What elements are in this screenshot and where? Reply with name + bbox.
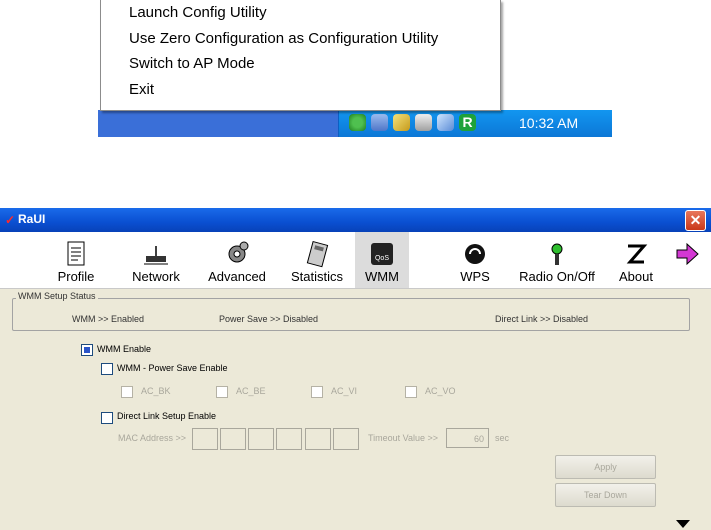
volume-icon[interactable] xyxy=(415,114,432,131)
raui-window: ✓ RaUI ✕ Profile Network Advanced Statis… xyxy=(0,208,711,530)
tab-about[interactable]: About xyxy=(616,232,656,288)
power-save-label: WMM - Power Save Enable xyxy=(117,363,228,373)
network-icon[interactable] xyxy=(349,114,366,131)
calculator-icon xyxy=(306,240,329,268)
tab-wmm[interactable]: QoS WMM xyxy=(355,232,409,288)
menu-item-launch-config[interactable]: Launch Config Utility xyxy=(101,0,500,26)
shield-icon[interactable] xyxy=(393,114,410,131)
scroll-down-icon[interactable] xyxy=(676,520,690,528)
tab-label: Statistics xyxy=(290,269,343,284)
timeout-input[interactable]: 60 xyxy=(446,428,489,448)
system-tray: R 10:32 AM xyxy=(338,110,612,137)
tab-radio-on-off[interactable]: Radio On/Off xyxy=(515,232,599,288)
arrow-right-icon xyxy=(676,242,699,266)
tab-label: WPS xyxy=(460,269,490,284)
app-icon: ✓ xyxy=(5,213,16,227)
next-arrow-button[interactable] xyxy=(672,232,702,288)
mac-octet-6[interactable] xyxy=(333,428,359,450)
tab-label: Advanced xyxy=(208,269,266,284)
toolbar: Profile Network Advanced Statistics QoS … xyxy=(0,232,711,289)
about-icon xyxy=(626,244,648,264)
ac-vo-label: AC_VO xyxy=(425,386,456,396)
clock: 10:32 AM xyxy=(519,115,579,131)
power-save-checkbox[interactable] xyxy=(101,363,113,375)
tab-label: WMM xyxy=(365,269,399,284)
tab-label: Network xyxy=(132,269,180,284)
ralink-icon[interactable]: R xyxy=(459,114,476,131)
profile-icon xyxy=(67,241,85,266)
mac-octet-1[interactable] xyxy=(192,428,218,450)
mac-octet-5[interactable] xyxy=(305,428,331,450)
timeout-unit: sec xyxy=(495,433,510,443)
ac-vi-label: AC_VI xyxy=(331,386,358,396)
context-menu: Launch Config Utility Use Zero Configura… xyxy=(100,0,501,111)
svg-text:QoS: QoS xyxy=(375,255,389,262)
ac-be-label: AC_BE xyxy=(236,386,266,396)
ac-bk-checkbox[interactable] xyxy=(121,386,133,398)
wmm-status-legend: WMM Setup Status xyxy=(16,291,98,301)
tab-statistics[interactable]: Statistics xyxy=(287,232,347,288)
wps-icon xyxy=(465,244,485,264)
wmm-enable-label: WMM Enable xyxy=(97,344,152,354)
gear-icon xyxy=(228,241,249,263)
tab-wps[interactable]: WPS xyxy=(450,232,500,288)
antenna-icon xyxy=(551,243,563,265)
menu-item-exit[interactable]: Exit xyxy=(101,77,500,103)
tab-label: About xyxy=(619,269,653,284)
mac-octet-3[interactable] xyxy=(248,428,274,450)
apply-button[interactable]: Apply xyxy=(555,455,656,479)
tab-label: Profile xyxy=(57,269,95,284)
close-button[interactable]: ✕ xyxy=(685,210,706,231)
direct-link-status: Direct Link >> Disabled xyxy=(495,314,589,324)
tab-advanced[interactable]: Advanced xyxy=(205,232,269,288)
power-save-status: Power Save >> Disabled xyxy=(219,314,319,324)
dls-enable-checkbox[interactable] xyxy=(101,412,113,424)
tear-down-button[interactable]: Tear Down xyxy=(555,483,656,507)
timeout-label: Timeout Value >> xyxy=(368,433,439,443)
mac-octet-4[interactable] xyxy=(276,428,302,450)
mac-octet-2[interactable] xyxy=(220,428,246,450)
tray-screenshot: R 10:32 AM Launch Config Utility Use Zer… xyxy=(98,0,612,137)
monitor-icon[interactable] xyxy=(371,114,388,131)
ac-vo-checkbox[interactable] xyxy=(405,386,417,398)
ac-bk-label: AC_BK xyxy=(141,386,171,396)
wireless-icon[interactable] xyxy=(437,114,454,131)
menu-item-switch-ap-mode[interactable]: Switch to AP Mode xyxy=(101,51,500,77)
tab-label: Radio On/Off xyxy=(519,269,595,284)
dls-enable-label: Direct Link Setup Enable xyxy=(117,411,217,421)
tab-network[interactable]: Network xyxy=(126,232,186,288)
wmm-status: WMM >> Enabled xyxy=(72,314,145,324)
window-title: RaUI xyxy=(18,212,46,226)
tab-profile[interactable]: Profile xyxy=(50,232,102,288)
title-bar[interactable]: ✓ RaUI ✕ xyxy=(0,208,711,232)
ac-vi-checkbox[interactable] xyxy=(311,386,323,398)
network-icon xyxy=(144,246,168,265)
qos-icon: QoS xyxy=(371,243,393,265)
mac-address-label: MAC Address >> xyxy=(118,433,187,443)
wmm-enable-checkbox[interactable] xyxy=(81,344,93,356)
tray-icons: R xyxy=(349,114,476,131)
ac-be-checkbox[interactable] xyxy=(216,386,228,398)
menu-item-use-zero-config[interactable]: Use Zero Configuration as Configuration … xyxy=(101,26,500,52)
